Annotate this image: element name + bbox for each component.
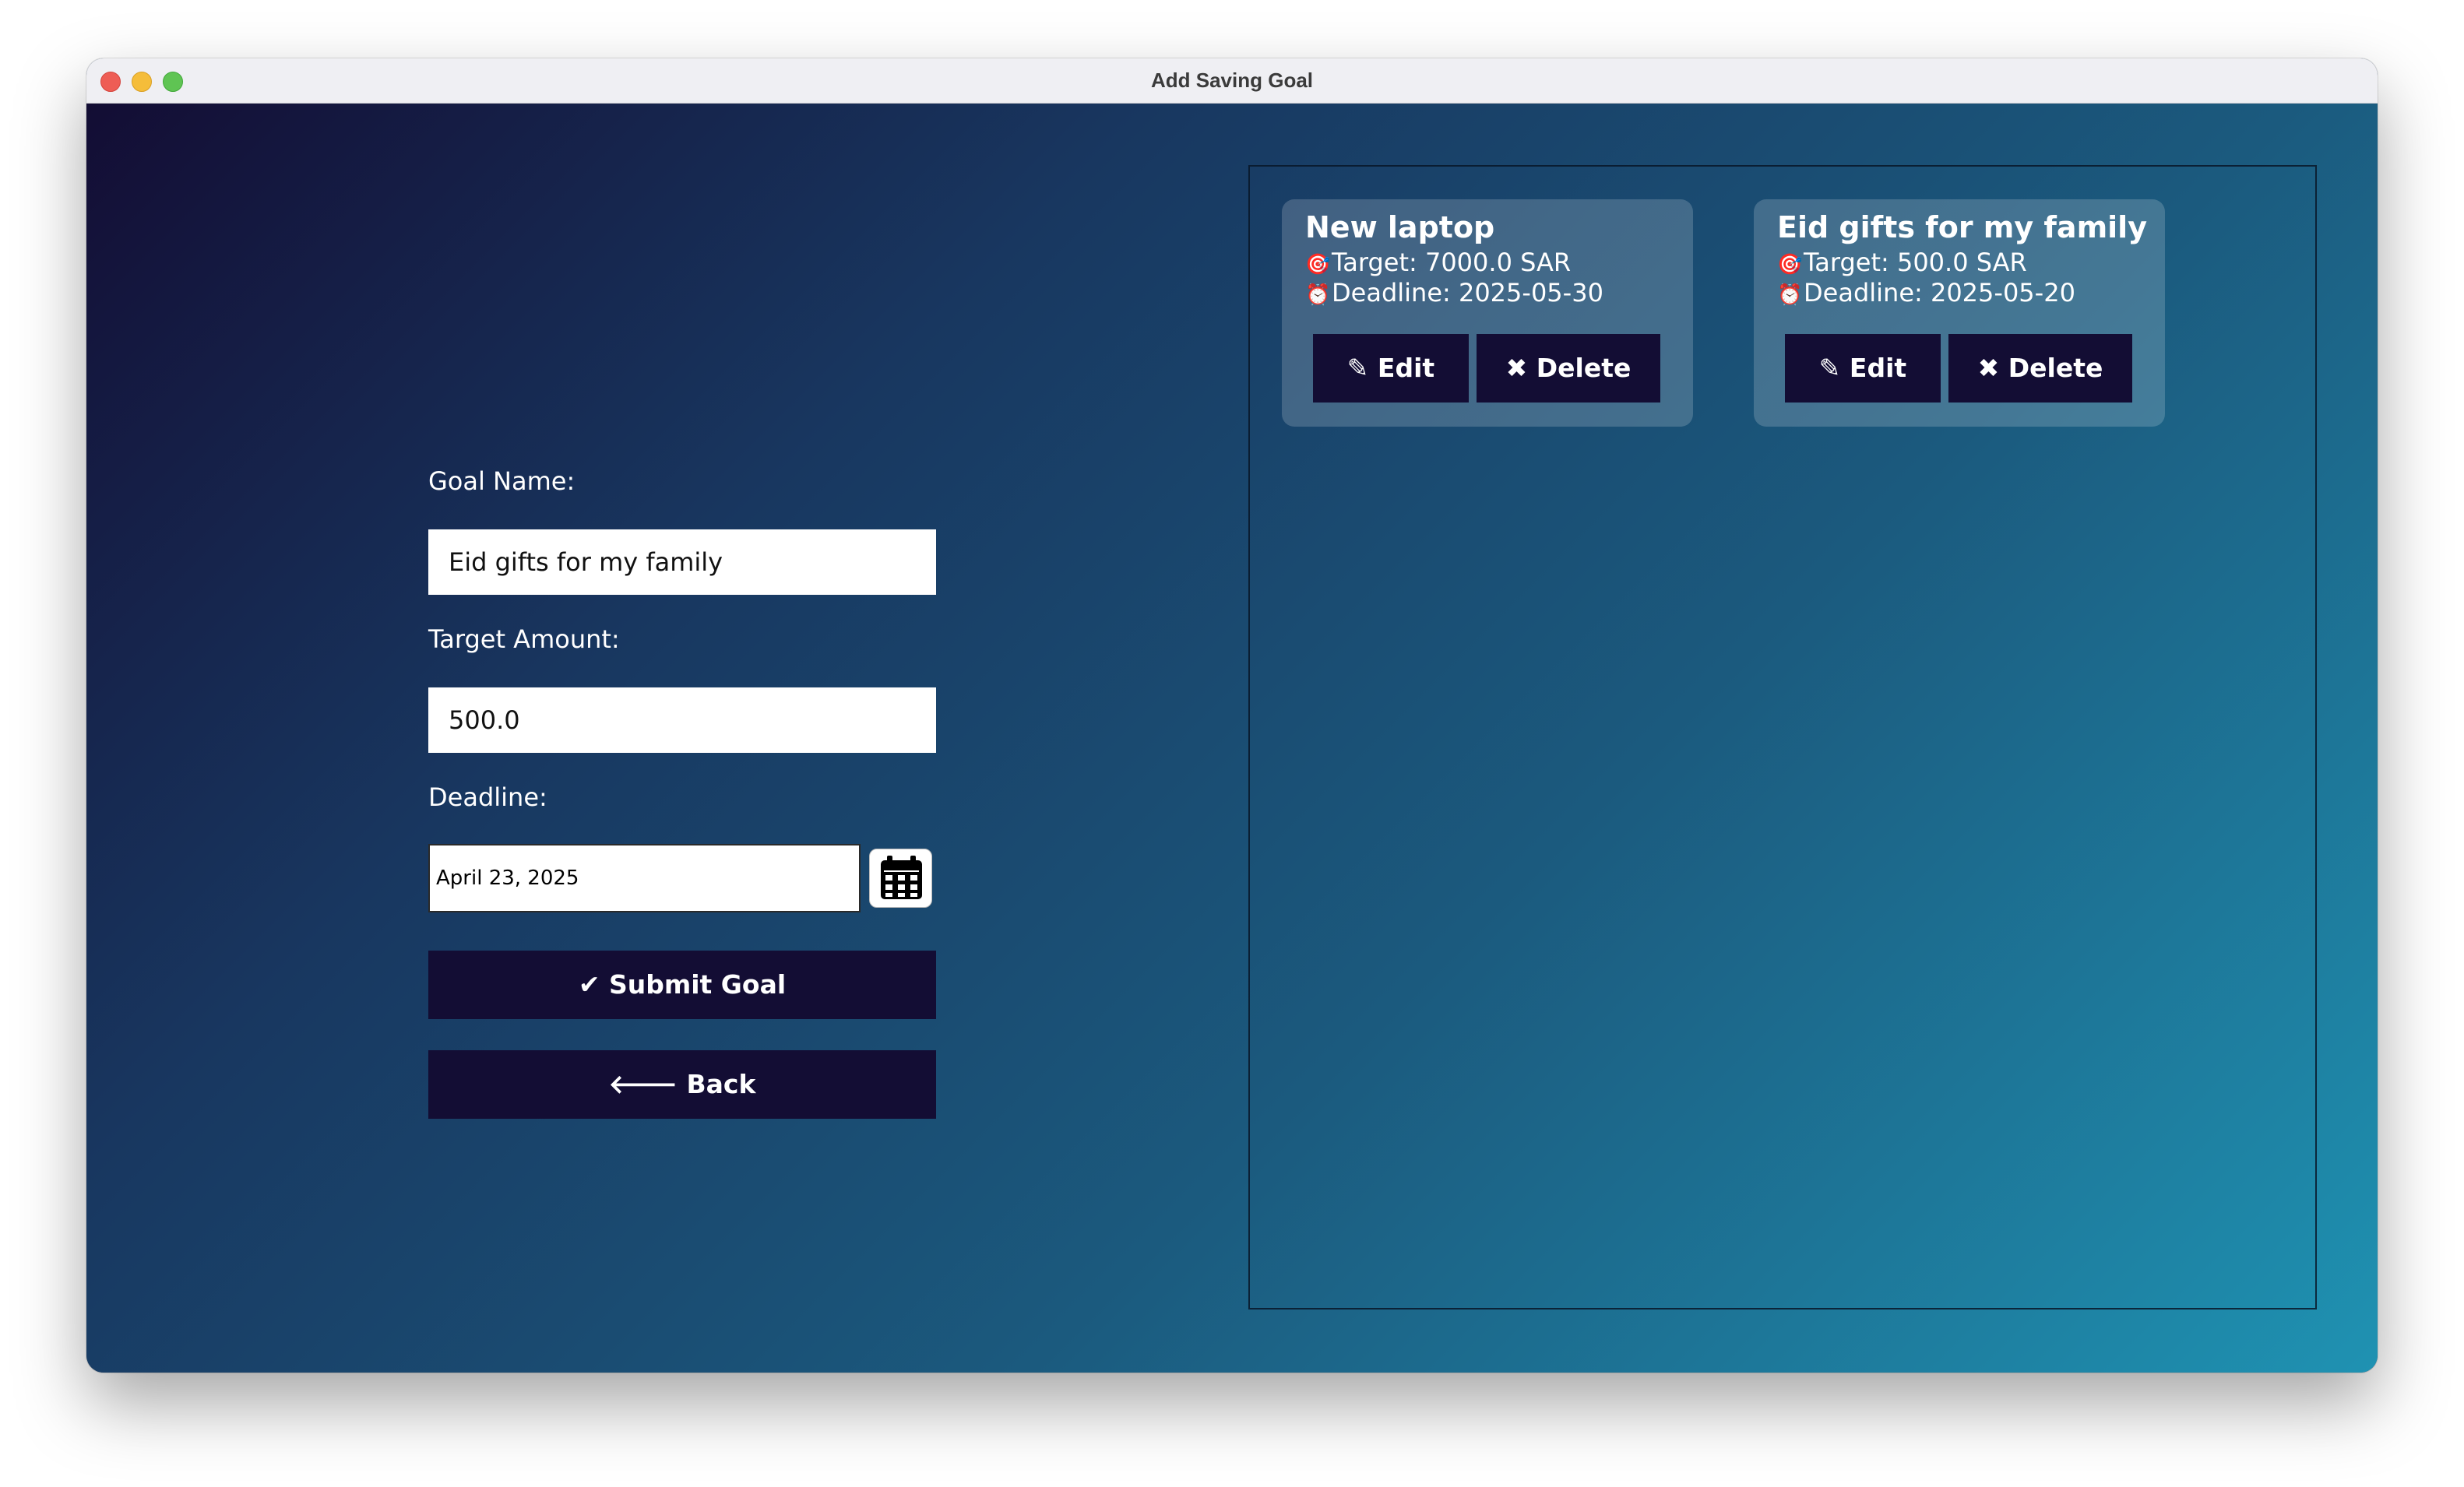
target-icon: 🎯 — [1777, 253, 1803, 276]
back-button[interactable]: 🡐 Back — [428, 1050, 936, 1119]
submit-goal-button[interactable]: ✔ Submit Goal — [428, 951, 936, 1019]
edit-goal-button[interactable]: ✎ Edit — [1785, 334, 1941, 403]
calendar-icon — [881, 856, 922, 899]
calendar-button[interactable] — [869, 849, 932, 908]
target-amount-label: Target Amount: — [428, 624, 620, 654]
deadline-date-input[interactable] — [428, 844, 861, 912]
goal-name: New laptop — [1305, 210, 1495, 244]
title-bar: Add Saving Goal — [86, 58, 2378, 104]
target-amount-input[interactable] — [428, 687, 936, 753]
goals-panel: New laptop 🎯Target: 7000.0 SAR ⏰Deadline… — [1248, 165, 2317, 1309]
goal-card: Eid gifts for my family 🎯Target: 500.0 S… — [1754, 199, 2165, 427]
goal-deadline-text: Deadline: 2025-05-30 — [1332, 278, 1603, 308]
edit-goal-button[interactable]: ✎ Edit — [1313, 334, 1469, 403]
goal-name: Eid gifts for my family — [1777, 210, 2147, 244]
alarm-clock-icon: ⏰ — [1305, 283, 1331, 307]
window-title: Add Saving Goal — [1150, 69, 1314, 92]
goal-name-input[interactable] — [428, 529, 936, 595]
goal-target: 🎯Target: 500.0 SAR — [1777, 248, 2027, 277]
goal-deadline-text: Deadline: 2025-05-20 — [1804, 278, 2075, 308]
goal-target: 🎯Target: 7000.0 SAR — [1305, 248, 1571, 277]
delete-goal-button[interactable]: ✖ Delete — [1948, 334, 2132, 403]
main-content: Goal Name: Target Amount: Deadline: — [86, 104, 2378, 1373]
goal-target-text: Target: 500.0 SAR — [1804, 248, 2027, 277]
goal-target-text: Target: 7000.0 SAR — [1332, 248, 1572, 277]
alarm-clock-icon: ⏰ — [1777, 283, 1803, 307]
app-window: Add Saving Goal Goal Name: Target Amount… — [86, 58, 2378, 1373]
goal-name-label: Goal Name: — [428, 466, 576, 496]
goal-deadline: ⏰Deadline: 2025-05-30 — [1305, 278, 1603, 308]
target-icon: 🎯 — [1305, 253, 1331, 276]
deadline-label: Deadline: — [428, 782, 547, 812]
goal-card: New laptop 🎯Target: 7000.0 SAR ⏰Deadline… — [1282, 199, 1693, 427]
goal-deadline: ⏰Deadline: 2025-05-20 — [1777, 278, 2075, 308]
delete-goal-button[interactable]: ✖ Delete — [1477, 334, 1660, 403]
